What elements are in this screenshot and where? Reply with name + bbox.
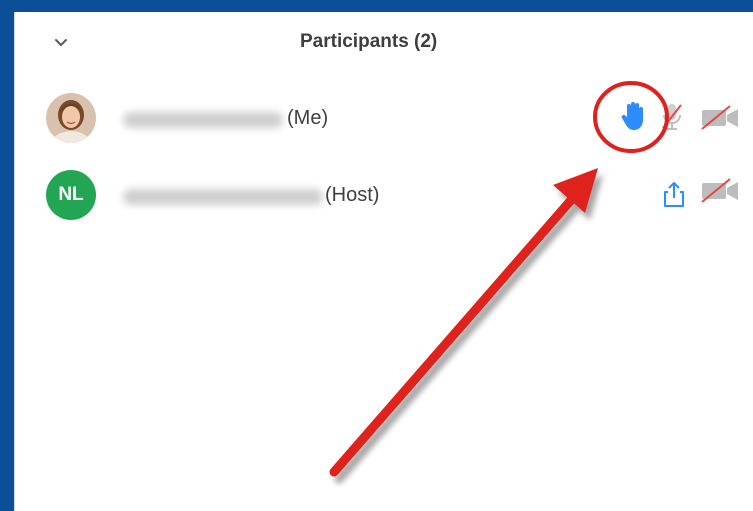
share-screen-button[interactable]: [659, 177, 689, 211]
avatar: [46, 93, 96, 143]
raise-hand-button[interactable]: [618, 99, 648, 133]
participants-panel: Participants (2) (Me) NL (Host): [14, 12, 753, 511]
raise-hand-icon: [621, 102, 643, 130]
avatar: NL: [46, 170, 96, 220]
share-screen-icon: [664, 182, 684, 207]
video-off-icon: [701, 178, 738, 203]
collapse-button[interactable]: [51, 32, 71, 52]
chevron-down-icon: [55, 38, 67, 46]
participant-name-redacted: [123, 112, 283, 128]
participant-row-host[interactable]: NL (Host): [15, 162, 753, 228]
participant-role-label: (Host): [325, 184, 380, 206]
mic-muted-icon: [662, 104, 682, 130]
video-toggle-button[interactable]: [699, 103, 743, 133]
panel-title: Participants (2): [300, 31, 438, 52]
mute-toggle-button[interactable]: [658, 99, 686, 135]
user-photo-icon: [46, 93, 96, 143]
participant-role-label: (Me): [287, 107, 329, 129]
participants-header: Participants (2): [15, 12, 753, 72]
video-off-icon: [701, 105, 738, 130]
participant-name-redacted: [123, 189, 323, 205]
video-toggle-button[interactable]: [699, 176, 743, 206]
participant-row-me[interactable]: (Me): [15, 85, 753, 151]
